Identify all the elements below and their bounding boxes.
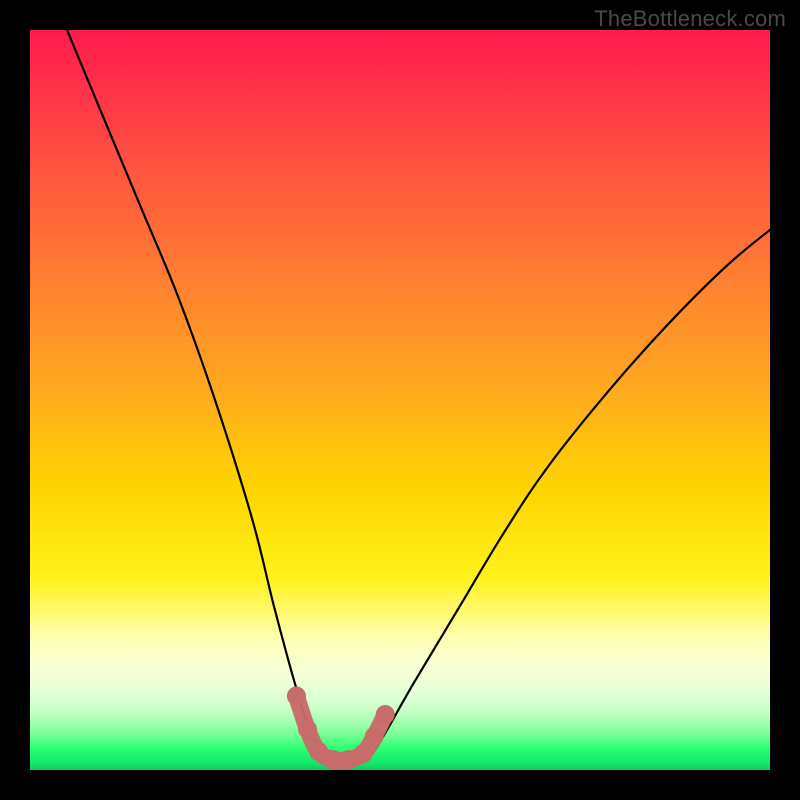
plot-area: [30, 30, 770, 770]
watermark-text: TheBottleneck.com: [594, 6, 786, 32]
trough-marker-dot: [376, 705, 395, 724]
trough-marker-dot: [365, 727, 384, 746]
curve-layer: [30, 30, 770, 770]
trough-marker-dot: [298, 720, 317, 739]
trough-marker-dot: [287, 687, 306, 706]
trough-marker-dot: [354, 744, 373, 763]
outer-frame: TheBottleneck.com: [0, 0, 800, 800]
bottleneck-curve: [67, 30, 770, 764]
